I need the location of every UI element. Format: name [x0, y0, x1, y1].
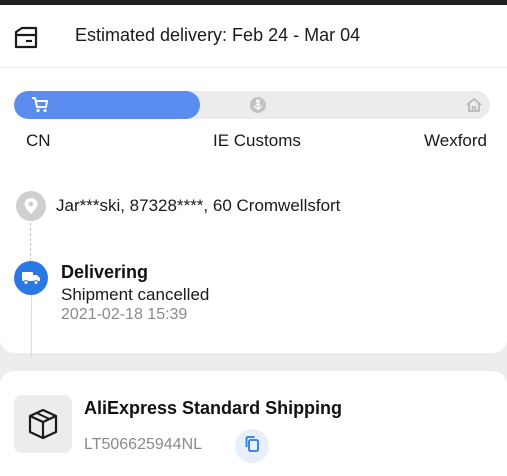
event-timestamp: 2021-02-18 15:39	[61, 306, 188, 323]
copy-tracking-button[interactable]	[235, 429, 269, 463]
home-icon	[460, 91, 488, 119]
customs-anchor-icon	[244, 91, 272, 119]
timeline-line	[31, 295, 32, 358]
shipment-progress-bar	[14, 91, 490, 119]
divider	[0, 67, 507, 68]
event-description: Shipment cancelled	[61, 285, 210, 304]
shipping-method-name: AliExpress Standard Shipping	[84, 398, 343, 418]
timeline-connector	[30, 223, 31, 261]
event-title: Delivering	[61, 262, 149, 282]
estimated-delivery: Estimated delivery: Feb 24 - Mar 04	[75, 25, 361, 45]
package-icon	[14, 395, 72, 453]
shipping-method-card: AliExpress Standard Shipping LT506625944…	[0, 371, 507, 476]
stage-label-customs: IE Customs	[213, 131, 301, 150]
tracking-card: Estimated delivery: Feb 24 - Mar 04 CN I…	[0, 5, 507, 358]
delivery-box-icon	[12, 23, 40, 51]
truck-icon	[14, 261, 48, 295]
copy-icon	[244, 435, 260, 458]
stage-label-origin: CN	[26, 131, 51, 150]
tracking-number[interactable]: LT506625944NL	[84, 434, 202, 456]
location-pin-icon	[16, 191, 46, 221]
shipping-address: Jar***ski, 87328****, 60 Cromwellsfort	[56, 196, 341, 215]
cart-icon	[26, 91, 54, 119]
stage-label-destination: Wexford	[424, 131, 487, 150]
